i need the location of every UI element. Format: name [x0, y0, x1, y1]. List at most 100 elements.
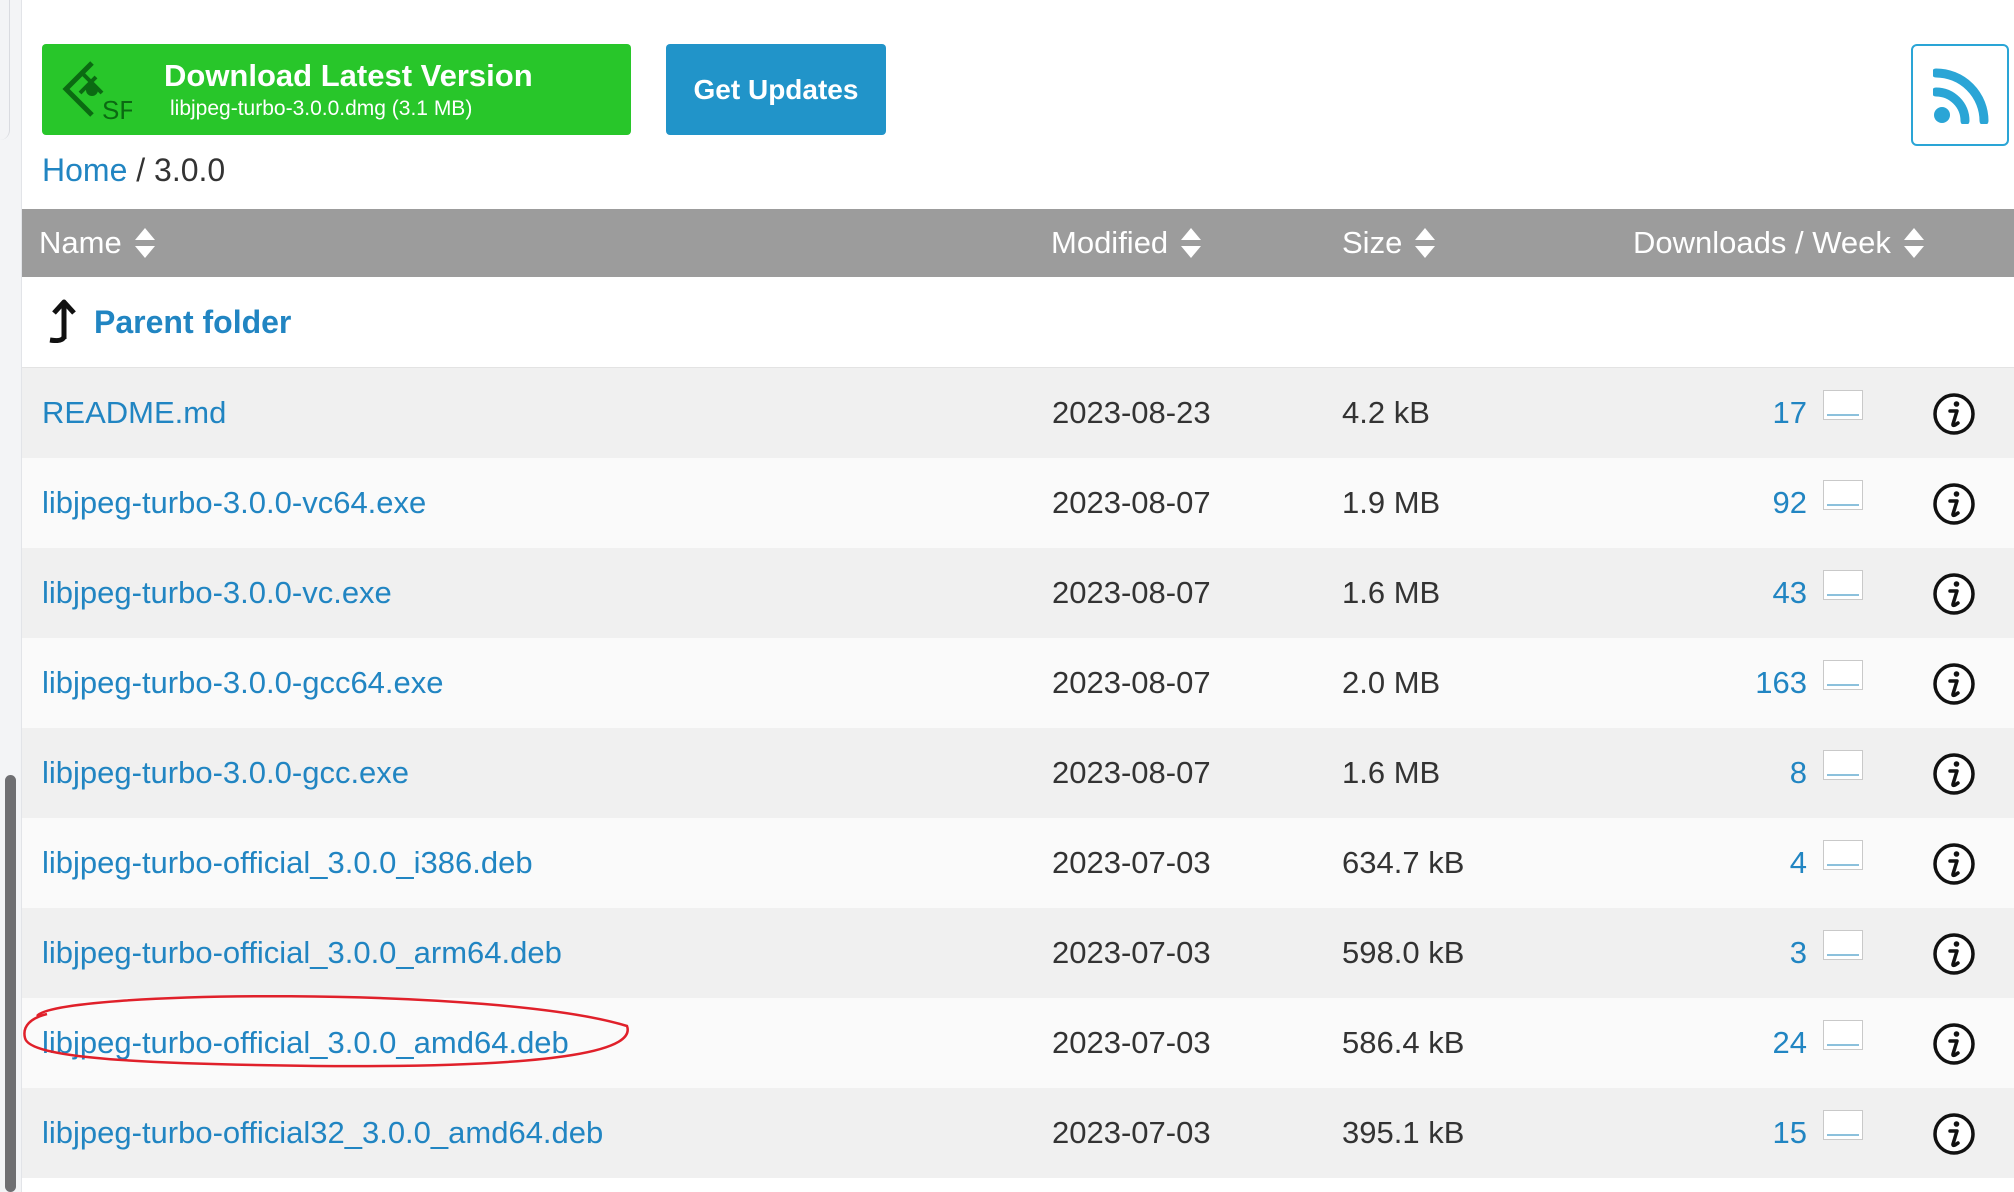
downloads-sparkline	[1823, 480, 1863, 510]
table-row: libjpeg-turbo-official_3.0.0_amd64.deb 20…	[22, 998, 2014, 1088]
info-icon[interactable]	[1932, 932, 1976, 976]
table-row: libjpeg-turbo-3.0.0-gcc.exe 2023-08-07 1.6…	[22, 728, 2014, 818]
file-browser-page: SF Download Latest Version libjpeg-turbo…	[22, 0, 2014, 1192]
downloads-sparkline	[1823, 1110, 1863, 1140]
table-row: libjpeg-turbo-official32_3.0.0_amd64.deb…	[22, 1088, 2014, 1178]
column-header-size[interactable]: Size	[1342, 209, 1436, 277]
sparkline-line	[1827, 504, 1859, 506]
scrollbar-track	[0, 0, 10, 140]
info-icon[interactable]	[1932, 482, 1976, 526]
file-name-link[interactable]: libjpeg-turbo-3.0.0-vc.exe	[42, 548, 392, 638]
info-icon[interactable]	[1932, 572, 1976, 616]
file-name-link[interactable]: README.md	[42, 368, 226, 458]
downloads-sparkline	[1823, 750, 1863, 780]
info-icon[interactable]	[1932, 392, 1976, 436]
downloads-sparkline	[1823, 930, 1863, 960]
breadcrumb: Home / 3.0.0	[42, 152, 225, 189]
downloads-per-week-link[interactable]: 163	[1755, 638, 1807, 728]
get-updates-button[interactable]: Get Updates	[666, 44, 886, 135]
table-row: libjpeg-turbo-official_3.0.0_arm64.deb 20…	[22, 908, 2014, 998]
file-size: 634.7 kB	[1342, 845, 1465, 880]
file-name-link[interactable]: libjpeg-turbo-3.0.0-gcc.exe	[42, 728, 409, 818]
file-name-link[interactable]: libjpeg-turbo-official32_3.0.0_amd64.deb	[42, 1088, 603, 1178]
sort-icon	[1415, 228, 1436, 258]
table-row: README.md 2023-08-23 4.2 kB 17	[22, 368, 2014, 458]
file-name-link[interactable]: libjpeg-turbo-official_3.0.0_amd64.deb	[42, 998, 569, 1088]
file-modified-date: 2023-08-23	[1052, 395, 1211, 430]
file-size: 598.0 kB	[1342, 935, 1465, 970]
file-modified-date: 2023-07-03	[1052, 935, 1211, 970]
file-name-link[interactable]: libjpeg-turbo-official_3.0.0_arm64.deb	[42, 908, 562, 998]
sparkline-line	[1827, 954, 1859, 956]
info-icon[interactable]	[1932, 842, 1976, 886]
column-header-name[interactable]: Name	[39, 209, 156, 277]
info-icon[interactable]	[1932, 1022, 1976, 1066]
file-modified-date: 2023-08-07	[1052, 485, 1211, 520]
arrow-up-icon	[49, 299, 76, 343]
table-row: libjpeg-turbo-3.0.0-vc.exe 2023-08-07 1.6 …	[22, 548, 2014, 638]
file-modified-date: 2023-08-07	[1052, 755, 1211, 790]
file-size: 586.4 kB	[1342, 1025, 1465, 1060]
downloads-sparkline	[1823, 840, 1863, 870]
breadcrumb-current: 3.0.0	[154, 152, 226, 188]
sparkline-line	[1827, 1134, 1859, 1136]
downloads-per-week-link[interactable]: 15	[1773, 1088, 1807, 1178]
breadcrumb-home-link[interactable]: Home	[42, 152, 127, 188]
downloads-per-week-link[interactable]: 3	[1790, 908, 1807, 998]
downloads-per-week-link[interactable]: 17	[1773, 368, 1807, 458]
sparkline-line	[1827, 864, 1859, 866]
downloads-sparkline	[1823, 1020, 1863, 1050]
sparkline-line	[1827, 414, 1859, 416]
download-latest-button[interactable]: SF Download Latest Version libjpeg-turbo…	[42, 44, 631, 135]
file-size: 395.1 kB	[1342, 1115, 1465, 1150]
column-header-downloads[interactable]: Downloads / Week	[1633, 209, 1925, 277]
info-icon[interactable]	[1932, 1112, 1976, 1156]
left-scrollbar	[0, 0, 22, 1192]
sourceforge-logo-icon: SF	[62, 61, 132, 123]
parent-folder-link[interactable]: Parent folder	[94, 277, 291, 367]
downloads-sparkline	[1823, 570, 1863, 600]
file-size: 1.9 MB	[1342, 485, 1441, 520]
column-header-modified[interactable]: Modified	[1051, 209, 1202, 277]
file-size: 2.0 MB	[1342, 665, 1441, 700]
download-subtitle: libjpeg-turbo-3.0.0.dmg (3.1 MB)	[170, 97, 473, 120]
file-table-body: README.md 2023-08-23 4.2 kB 17 libjpeg-turbo…	[22, 368, 2014, 1178]
sort-icon	[1181, 228, 1202, 258]
info-icon[interactable]	[1932, 662, 1976, 706]
downloads-sparkline	[1823, 660, 1863, 690]
parent-folder-row[interactable]: Parent folder	[22, 277, 2014, 368]
downloads-sparkline	[1823, 390, 1863, 420]
downloads-per-week-link[interactable]: 43	[1773, 548, 1807, 638]
breadcrumb-separator: /	[136, 152, 146, 188]
sparkline-line	[1827, 1044, 1859, 1046]
downloads-per-week-link[interactable]: 92	[1773, 458, 1807, 548]
sparkline-line	[1827, 594, 1859, 596]
table-row: libjpeg-turbo-3.0.0-gcc64.exe 2023-08-07 2…	[22, 638, 2014, 728]
rss-icon	[1933, 68, 1989, 124]
file-modified-date: 2023-07-03	[1052, 1115, 1211, 1150]
downloads-per-week-link[interactable]: 24	[1773, 998, 1807, 1088]
downloads-per-week-link[interactable]: 4	[1790, 818, 1807, 908]
file-name-link[interactable]: libjpeg-turbo-3.0.0-vc64.exe	[42, 458, 426, 548]
file-name-link[interactable]: libjpeg-turbo-3.0.0-gcc64.exe	[42, 638, 444, 728]
rss-button[interactable]	[1911, 44, 2009, 146]
sort-icon	[1903, 228, 1924, 258]
scrollbar-thumb[interactable]	[5, 775, 16, 1192]
table-header: Name Modified Size Downloads / Week	[22, 209, 2014, 277]
file-modified-date: 2023-07-03	[1052, 845, 1211, 880]
file-modified-date: 2023-08-07	[1052, 665, 1211, 700]
table-row: libjpeg-turbo-official_3.0.0_i386.deb 202…	[22, 818, 2014, 908]
file-size: 1.6 MB	[1342, 575, 1441, 610]
downloads-per-week-link[interactable]: 8	[1790, 728, 1807, 818]
file-size: 1.6 MB	[1342, 755, 1441, 790]
file-size: 4.2 kB	[1342, 395, 1430, 430]
file-name-link[interactable]: libjpeg-turbo-official_3.0.0_i386.deb	[42, 818, 533, 908]
file-modified-date: 2023-08-07	[1052, 575, 1211, 610]
svg-text:SF: SF	[102, 95, 132, 123]
table-row: libjpeg-turbo-3.0.0-vc64.exe 2023-08-07 1.…	[22, 458, 2014, 548]
sort-icon	[134, 228, 155, 258]
sparkline-line	[1827, 774, 1859, 776]
info-icon[interactable]	[1932, 752, 1976, 796]
sparkline-line	[1827, 684, 1859, 686]
file-modified-date: 2023-07-03	[1052, 1025, 1211, 1060]
